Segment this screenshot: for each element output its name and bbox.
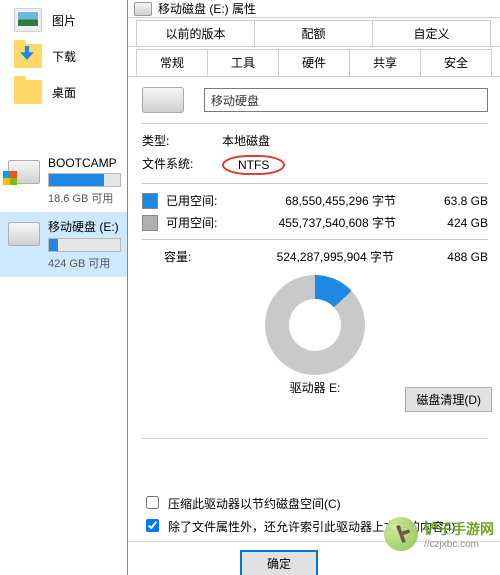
tab-previous-versions[interactable]: 以前的版本 [136,20,255,46]
sidebar-item-label: 桌面 [52,84,76,101]
watermark-logo-icon [384,517,418,551]
disk-icon [134,2,152,16]
used-gb: 63.8 GB [396,194,488,208]
used-label: 已用空间: [166,192,246,209]
drive-name: BOOTCAMP [48,156,121,170]
filesystem-value: NTFS [222,155,285,175]
drive-space-text: 18.6 GB 可用 [48,190,121,206]
free-color-swatch [142,215,158,231]
drive-usage-bar [48,173,121,187]
divider [142,438,488,439]
downloads-folder-icon [14,44,42,68]
sidebar-item-pictures[interactable]: 图片 [0,2,127,38]
volume-name-input[interactable] [204,88,488,112]
sidebar-item-label: 下载 [52,48,76,65]
drive-list: BOOTCAMP 18.6 GB 可用 移动硬盘 (E:) 424 GB 可用 [0,150,127,277]
dialog-title: 移动磁盘 (E:) 属性 [158,0,256,17]
divider [142,123,488,124]
tab-row-upper: 以前的版本 配额 自定义 [128,20,500,47]
tab-sharing[interactable]: 共享 [349,49,421,76]
drive-letter-label: 驱动器 E: [265,379,365,396]
filesystem-label: 文件系统: [142,155,222,175]
drive-space-text: 424 GB 可用 [48,255,121,271]
drive-icon [8,160,40,184]
sidebar-item-downloads[interactable]: 下载 [0,38,127,74]
drive-name: 移动硬盘 (E:) [48,218,121,235]
general-tab-content: 类型:本地磁盘 文件系统:NTFS 已用空间: 68,550,455,296 字… [128,77,500,541]
used-color-swatch [142,193,158,209]
drive-item-removable[interactable]: 移动硬盘 (E:) 424 GB 可用 [0,212,127,277]
capacity-bytes: 524,287,995,904 字节 [244,248,394,265]
space-usage: 已用空间: 68,550,455,296 字节 63.8 GB 可用空间: 45… [142,192,488,265]
drive-icon [8,222,40,246]
ok-button[interactable]: 确定 [240,550,318,575]
watermark-name: 铲子手游网 [424,519,494,539]
pictures-folder-icon [14,8,42,32]
used-bytes: 68,550,455,296 字节 [246,192,396,209]
explorer-sidebar: 图片 下载 桌面 BOOTCAMP 18.6 GB 可用 移动硬盘 (E [0,0,127,575]
watermark: 铲子手游网 //czjxbc.com [384,517,494,551]
compress-checkbox[interactable] [146,496,159,509]
tab-security[interactable]: 安全 [420,49,492,76]
compress-checkbox-row[interactable]: 压缩此驱动器以节约磁盘空间(C) [142,495,488,512]
watermark-url: //czjxbc.com [424,539,494,550]
drive-item-bootcamp[interactable]: BOOTCAMP 18.6 GB 可用 [0,150,127,212]
tab-customize[interactable]: 自定义 [372,20,491,46]
drive-large-icon [142,87,184,113]
type-value: 本地磁盘 [222,132,270,149]
properties-dialog: 移动磁盘 (E:) 属性 以前的版本 配额 自定义 常规 工具 硬件 共享 安全… [127,0,500,575]
tab-row-lower: 常规 工具 硬件 共享 安全 [128,49,500,77]
disk-cleanup-button[interactable]: 磁盘清理(D) [405,387,492,412]
tab-tools[interactable]: 工具 [207,49,279,76]
tab-hardware[interactable]: 硬件 [278,49,350,76]
sidebar-item-label: 图片 [52,12,76,29]
type-label: 类型: [142,132,222,149]
desktop-folder-icon [14,80,42,104]
compress-label: 压缩此驱动器以节约磁盘空间(C) [168,495,341,512]
capacity-gb: 488 GB [394,250,488,264]
free-gb: 424 GB [396,216,488,230]
divider [142,183,488,184]
usage-donut-chart [265,275,365,375]
sidebar-item-desktop[interactable]: 桌面 [0,74,127,110]
drive-usage-bar [48,238,121,252]
free-bytes: 455,737,540,608 字节 [246,214,396,231]
tab-general[interactable]: 常规 [136,49,208,76]
index-checkbox[interactable] [146,519,159,532]
dialog-titlebar[interactable]: 移动磁盘 (E:) 属性 [128,0,500,18]
capacity-label: 容量: [164,248,244,265]
divider [142,239,488,240]
free-label: 可用空间: [166,214,246,231]
tab-quota[interactable]: 配额 [254,20,373,46]
